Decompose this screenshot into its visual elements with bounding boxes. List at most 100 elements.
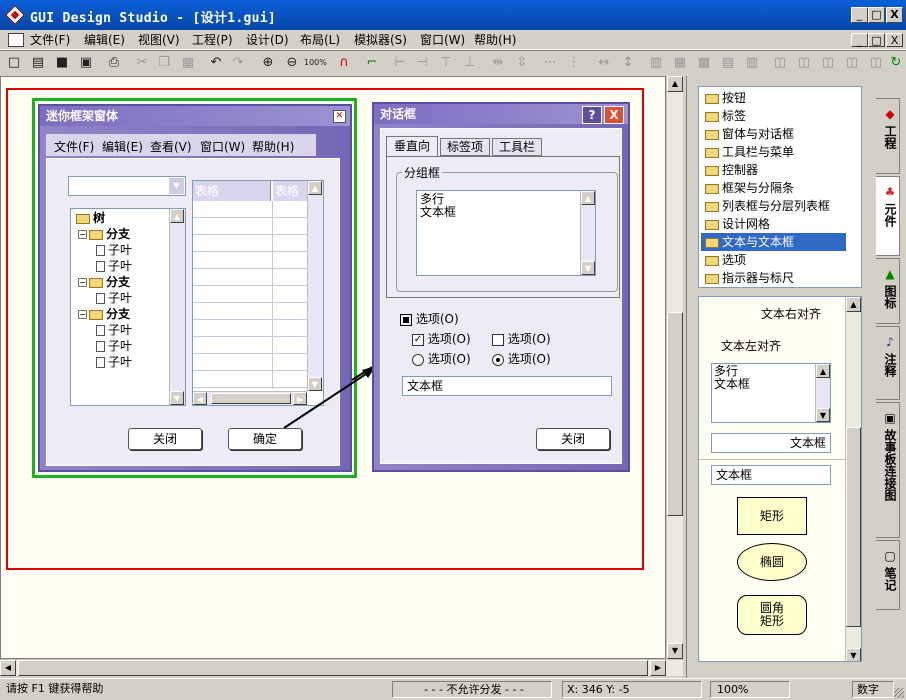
canvas-hscroll-thumb[interactable]: [18, 660, 648, 676]
mini-frame-window[interactable]: 迷你框架窗体 ✕ 文件(F) 编辑(E) 查看(V) 窗口(W) 帮助(H) 组…: [38, 104, 352, 472]
radio-2-selected-icon[interactable]: [492, 353, 504, 366]
component-category-item[interactable]: 文本与文本框: [701, 233, 859, 251]
preview-textbox-right[interactable]: 文本框: [711, 433, 831, 453]
connector-icon[interactable]: ⌐: [362, 53, 382, 73]
preview-textbox-left[interactable]: 文本框: [711, 465, 831, 485]
table-vscroll[interactable]: ▲ ▼: [307, 181, 323, 391]
tree-expand-icon[interactable]: −: [78, 230, 87, 239]
preview-panel-scroll-down-icon[interactable]: ▼: [846, 648, 861, 661]
component-category-item[interactable]: 窗体与对话框: [701, 125, 859, 143]
align-right-icon[interactable]: ⊣: [412, 53, 432, 73]
dialog-close-button[interactable]: X: [604, 106, 624, 124]
doc-restore-button[interactable]: □: [868, 33, 885, 47]
preview-panel-thumb[interactable]: [846, 427, 861, 627]
tree-expand-icon[interactable]: −: [78, 310, 87, 319]
align-top-icon[interactable]: ⊤: [436, 53, 456, 73]
side-tab-storyboard[interactable]: ▣ 故事板连接图: [876, 402, 900, 538]
undo-icon[interactable]: ↶: [206, 53, 226, 73]
preview-rectangle[interactable]: 矩形: [737, 497, 807, 535]
checkbox-1[interactable]: ✓ 选项(O): [412, 330, 471, 347]
mini-ok-button[interactable]: 确定: [228, 428, 302, 450]
dialog-help-button[interactable]: ?: [582, 106, 602, 124]
preview-panel-scroll-up-icon[interactable]: ▲: [846, 297, 861, 312]
mini-menu-view[interactable]: 查看(V): [150, 138, 192, 155]
checkbox-2[interactable]: 选项(O): [492, 330, 551, 347]
grid-icon-4[interactable]: ▤: [718, 53, 738, 73]
copy-icon[interactable]: ❐: [154, 53, 174, 73]
canvas-hscroll[interactable]: ◀ ▶: [0, 659, 683, 676]
menu-file[interactable]: 文件(F): [30, 32, 70, 48]
save-all-icon[interactable]: ▣: [76, 53, 96, 73]
tree-node[interactable]: 树: [74, 210, 170, 226]
option-main-check-icon[interactable]: [400, 313, 412, 326]
layer-icon-3[interactable]: ◫: [818, 53, 838, 73]
multiline-scroll-down-icon[interactable]: ▼: [581, 261, 595, 275]
tree-node[interactable]: − 分支: [74, 226, 170, 242]
maximize-button[interactable]: □: [868, 7, 885, 23]
canvas-scroll-down-icon[interactable]: ▼: [667, 643, 683, 659]
tree-node[interactable]: − 分支: [74, 306, 170, 322]
table-scroll-right-icon[interactable]: ▶: [293, 392, 307, 405]
zoom-in-icon[interactable]: ⊕: [258, 53, 278, 73]
side-tab-notes[interactable]: ▢ 笔记: [876, 540, 900, 610]
zoom-100-icon[interactable]: 100%: [304, 53, 327, 73]
document-icon[interactable]: [8, 33, 24, 47]
mini-menu-window[interactable]: 窗口(W): [200, 138, 245, 155]
preview-ellipse[interactable]: 椭圆: [737, 543, 807, 581]
redo-icon[interactable]: ↷: [228, 53, 248, 73]
resize-grip-icon[interactable]: [894, 688, 904, 698]
menu-simulator[interactable]: 模拟器(S): [354, 32, 407, 48]
side-tab-annotations[interactable]: ♪ 注释: [876, 326, 900, 400]
open-folder-icon[interactable]: ▤: [28, 53, 48, 73]
table-header-1[interactable]: 表格: [193, 181, 271, 201]
doc-close-button[interactable]: X: [886, 33, 903, 47]
menu-design[interactable]: 设计(D): [246, 32, 289, 48]
checkbox-2-unchecked-icon[interactable]: [492, 333, 504, 346]
canvas-vscroll-thumb[interactable]: [667, 312, 683, 516]
space-h-icon[interactable]: ⋯: [540, 53, 560, 73]
canvas-vscroll[interactable]: ▲ ▼: [666, 76, 683, 659]
layer-icon-2[interactable]: ◫: [794, 53, 814, 73]
layer-icon-1[interactable]: ◫: [770, 53, 790, 73]
table-scroll-up-icon[interactable]: ▲: [308, 181, 322, 195]
tree-scroll-up-icon[interactable]: ▲: [170, 209, 184, 223]
component-preview[interactable]: 文本右对齐 文本左对齐 多行 文本框 ▲ ▼ 文本框 文本框 矩形 椭圆 圆角 …: [698, 296, 862, 662]
tab-tab-item[interactable]: 标签项: [440, 138, 490, 156]
layer-icon-4[interactable]: ◫: [842, 53, 862, 73]
preview-multiline-textbox[interactable]: 多行 文本框 ▲ ▼: [711, 363, 831, 423]
grid-icon-1[interactable]: ▥: [646, 53, 666, 73]
table-hscroll-thumb[interactable]: [211, 393, 291, 404]
tree-node[interactable]: 子叶: [74, 258, 170, 274]
center-v-icon[interactable]: ⇳: [512, 53, 532, 73]
tree-node[interactable]: 子叶: [74, 242, 170, 258]
canvas-scroll-up-icon[interactable]: ▲: [667, 76, 683, 92]
same-width-icon[interactable]: ↔: [594, 53, 614, 73]
canvas-scroll-right-icon[interactable]: ▶: [650, 660, 666, 676]
tree-node[interactable]: 子叶: [74, 290, 170, 306]
component-category-item[interactable]: 指示器与标尺: [701, 269, 859, 287]
component-category-item[interactable]: 设计网格: [701, 215, 859, 233]
mini-menu-help[interactable]: 帮助(H): [252, 138, 294, 155]
magnet-icon[interactable]: ∩: [334, 53, 354, 73]
align-bottom-icon[interactable]: ⊥: [460, 53, 480, 73]
table-header-2[interactable]: 表格: [273, 181, 307, 201]
cut-icon[interactable]: ✂: [132, 53, 152, 73]
minimize-button[interactable]: _: [851, 7, 868, 23]
table-scroll-left-icon[interactable]: ◀: [193, 392, 207, 405]
tab-toolbar[interactable]: 工具栏: [492, 138, 542, 156]
grid-icon-3[interactable]: ▩: [694, 53, 714, 73]
dialog-textbox[interactable]: 文本框: [402, 376, 612, 396]
refresh-icon[interactable]: ↻: [886, 53, 906, 73]
radio-1-icon[interactable]: [412, 353, 424, 366]
preview-rounded-rect[interactable]: 圆角 矩形: [737, 595, 807, 635]
tree-scroll-down-icon[interactable]: ▼: [170, 391, 184, 405]
dialog-multiline-textbox[interactable]: 多行 文本框 ▲ ▼: [416, 190, 596, 276]
space-v-icon[interactable]: ⋮: [564, 53, 584, 73]
layer-icon-5[interactable]: ◫: [866, 53, 886, 73]
preview-right-align-label[interactable]: 文本右对齐: [761, 305, 821, 322]
save-icon[interactable]: ■: [52, 53, 72, 73]
component-category-item[interactable]: 列表框与分层列表框: [701, 197, 859, 215]
side-tab-components[interactable]: ♣ 元件: [876, 176, 900, 256]
component-category-item[interactable]: 按钮: [701, 89, 859, 107]
center-h-icon[interactable]: ⇹: [488, 53, 508, 73]
